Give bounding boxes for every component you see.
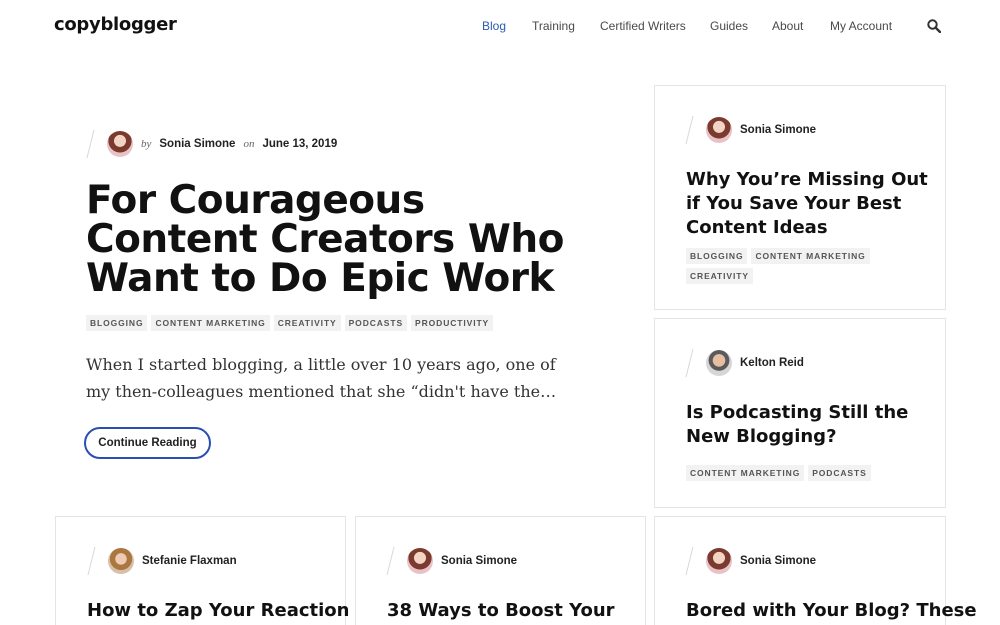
- author-link[interactable]: Kelton Reid: [740, 357, 804, 369]
- avatar: [706, 350, 732, 376]
- post-title[interactable]: Why You’re Missing Out if You Save Your …: [686, 168, 936, 240]
- tag-link[interactable]: Creativity: [686, 268, 753, 284]
- tag-link[interactable]: Content Marketing: [686, 465, 805, 481]
- post-byline: Kelton Reid: [685, 349, 812, 377]
- post-byline: Sonia Simone: [685, 116, 824, 144]
- byline-divider: [86, 130, 95, 158]
- avatar: [407, 548, 433, 574]
- nav-about[interactable]: About: [772, 19, 803, 33]
- nav-blog[interactable]: Blog: [482, 19, 506, 33]
- post-tags: Content Marketing Podcasts: [686, 465, 931, 481]
- by-label: by: [141, 138, 152, 150]
- byline-divider: [685, 116, 694, 144]
- post-title[interactable]: Is Podcasting Still the New Blogging?: [686, 401, 916, 449]
- post-title[interactable]: How to Zap Your Reaction to: [87, 599, 377, 623]
- post-byline: by Sonia Simone on June 13, 2019: [86, 130, 338, 158]
- nav-my-account[interactable]: My Account: [830, 19, 892, 33]
- post-tags: Blogging Content Marketing Creativity Po…: [86, 315, 586, 331]
- post-title[interactable]: Bored with Your Blog? These: [686, 599, 977, 623]
- byline-divider: [87, 547, 96, 575]
- author-link[interactable]: Stefanie Flaxman: [142, 555, 237, 567]
- tag-link[interactable]: Blogging: [686, 248, 748, 264]
- post-card: Sonia Simone Bored with Your Blog? These: [654, 516, 977, 625]
- continue-reading-button[interactable]: Continue Reading: [84, 427, 211, 459]
- tag-link[interactable]: Podcasts: [344, 315, 408, 331]
- post-card: Sonia Simone 38 Ways to Boost Your: [355, 516, 646, 625]
- tag-link[interactable]: Creativity: [273, 315, 341, 331]
- post-byline: Stefanie Flaxman: [87, 547, 245, 575]
- tag-link[interactable]: Content Marketing: [751, 248, 870, 264]
- post-byline: Sonia Simone: [685, 547, 824, 575]
- on-label: on: [243, 138, 255, 150]
- author-link[interactable]: Sonia Simone: [740, 124, 816, 136]
- tag-link[interactable]: Blogging: [86, 315, 148, 331]
- post-title[interactable]: 38 Ways to Boost Your: [387, 599, 637, 623]
- tag-link[interactable]: Podcasts: [808, 465, 871, 481]
- tag-link[interactable]: Content Marketing: [151, 315, 270, 331]
- byline-divider: [685, 547, 694, 575]
- avatar: [108, 548, 134, 574]
- byline-divider: [386, 547, 395, 575]
- search-icon[interactable]: [927, 19, 941, 33]
- site-logo[interactable]: copyblogger: [54, 14, 177, 35]
- post-excerpt: When I started blogging, a little over 1…: [86, 355, 557, 401]
- post-date: June 13, 2019: [262, 138, 338, 150]
- nav-training[interactable]: Training: [532, 19, 575, 33]
- author-link[interactable]: Sonia Simone: [740, 555, 816, 567]
- avatar: [107, 131, 133, 157]
- avatar: [706, 117, 732, 143]
- post-tags: Blogging Content Marketing Creativity: [686, 248, 931, 284]
- post-card: Kelton Reid Is Podcasting Still the New …: [654, 318, 946, 508]
- author-link[interactable]: Sonia Simone: [159, 138, 235, 150]
- tag-link[interactable]: Productivity: [411, 315, 494, 331]
- post-title[interactable]: For Courageous Content Creators Who Want…: [86, 181, 606, 298]
- nav-guides[interactable]: Guides: [710, 19, 748, 33]
- site-header: copyblogger Blog Training Certified Writ…: [0, 0, 1000, 52]
- post-card: Sonia Simone Why You’re Missing Out if Y…: [654, 85, 946, 310]
- avatar: [706, 548, 732, 574]
- post-byline: Sonia Simone: [386, 547, 525, 575]
- nav-certified-writers[interactable]: Certified Writers: [600, 19, 686, 33]
- author-link[interactable]: Sonia Simone: [441, 555, 517, 567]
- post-card: Stefanie Flaxman How to Zap Your Reactio…: [55, 516, 377, 625]
- byline-divider: [685, 349, 694, 377]
- featured-post: by Sonia Simone on June 13, 2019 For Cou…: [56, 85, 646, 505]
